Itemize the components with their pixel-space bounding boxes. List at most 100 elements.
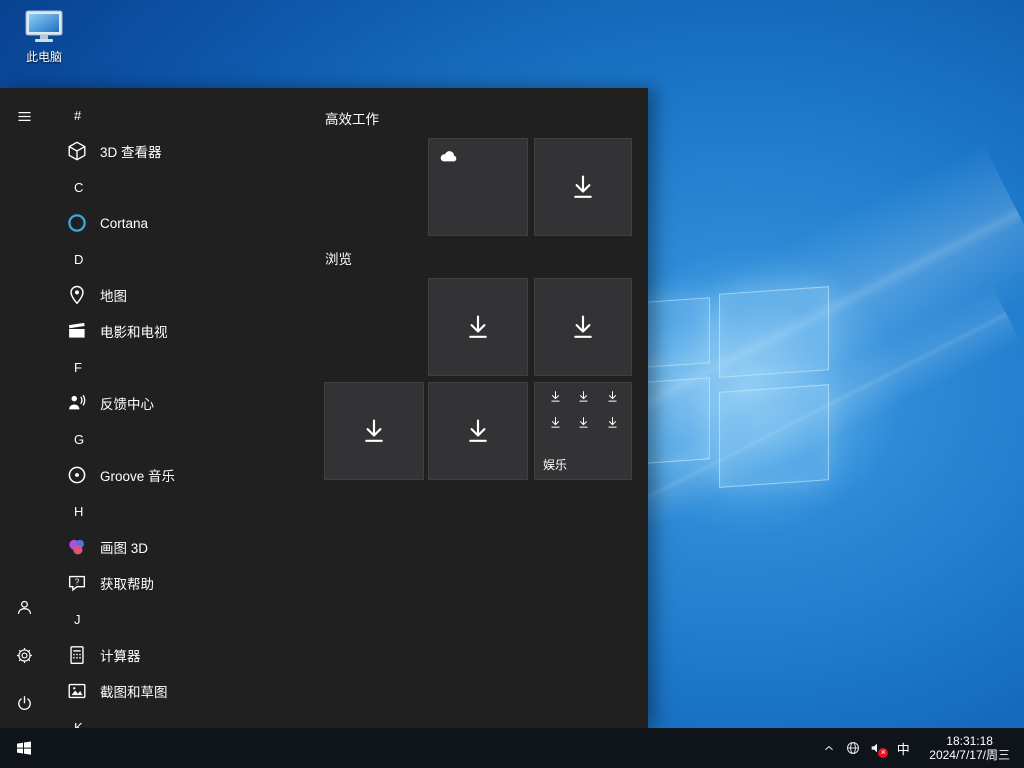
app-list-item-snip-sketch[interactable]: 截图和草图 [48, 673, 324, 709]
snip-sketch-icon [65, 679, 89, 703]
tile-onedrive[interactable] [428, 138, 528, 236]
user-account-icon [15, 598, 34, 617]
app-label: 反馈中心 [100, 393, 154, 413]
download-arrow-icon [576, 415, 591, 430]
mute-badge-icon [878, 748, 888, 758]
app-label: Groove 音乐 [100, 465, 175, 485]
desktop-icon-label: 此电脑 [26, 48, 62, 65]
app-list-letter-d[interactable]: D [48, 241, 324, 277]
app-label: 截图和草图 [100, 681, 168, 701]
app-label: 获取帮助 [100, 573, 154, 593]
app-list-letter-k[interactable]: K [48, 709, 324, 728]
app-list-item-feedback-hub[interactable]: 反馈中心 [48, 385, 324, 421]
system-tray: 中 18:31:18 2024/7/17/周三 [817, 728, 1024, 768]
letter-label: K [74, 720, 83, 729]
app-list-letter-j[interactable]: J [48, 601, 324, 637]
app-list-item-cortana[interactable]: Cortana [48, 205, 324, 241]
app-label: 计算器 [100, 645, 141, 665]
tile-area: 高效工作 浏览 [324, 88, 648, 728]
calculator-icon [65, 643, 89, 667]
app-list-item-get-help[interactable]: ? 获取帮助 [48, 565, 324, 601]
settings-button[interactable] [0, 631, 48, 679]
computer-monitor-icon [23, 8, 65, 46]
windows-logo-icon [16, 740, 32, 756]
desktop-icon-this-pc[interactable]: 此电脑 [12, 8, 76, 65]
download-arrow-icon [358, 415, 390, 447]
clock-time: 18:31:18 [929, 734, 1010, 748]
folder-tile-label: 娱乐 [543, 456, 567, 473]
app-list-item-groove-music[interactable]: Groove 音乐 [48, 457, 324, 493]
letter-label: J [74, 612, 81, 627]
maps-pin-icon [65, 283, 89, 307]
tile-group-title[interactable]: 浏览 [325, 248, 352, 268]
taskbar: 中 18:31:18 2024/7/17/周三 [0, 728, 1024, 768]
settings-gear-icon [15, 646, 34, 665]
feedback-hub-icon [65, 391, 89, 415]
letter-label: # [74, 108, 81, 123]
power-button[interactable] [0, 679, 48, 727]
app-list-item-maps[interactable]: 地图 [48, 277, 324, 313]
show-hidden-icons-button[interactable] [817, 728, 841, 768]
network-status-button[interactable] [841, 728, 865, 768]
app-list-letter-h[interactable]: H [48, 493, 324, 529]
tile-pending-download[interactable] [428, 278, 528, 376]
hamburger-menu-button[interactable] [0, 92, 48, 140]
download-arrow-icon [567, 311, 599, 343]
app-list-item-calculator[interactable]: 计算器 [48, 637, 324, 673]
folder-tile-app-grid [541, 389, 627, 430]
cloud-icon [438, 147, 460, 165]
start-button[interactable] [0, 728, 48, 768]
download-arrow-icon [462, 415, 494, 447]
app-label: 电影和电视 [100, 321, 168, 341]
tile-group-title[interactable]: 高效工作 [325, 108, 379, 128]
app-list-item-paint-3d[interactable]: 画图 3D [48, 529, 324, 565]
tile-pending-download[interactable] [324, 382, 424, 480]
chevron-up-icon [823, 742, 835, 754]
paint-3d-icon [65, 535, 89, 559]
tile-pending-download[interactable] [534, 138, 632, 236]
app-label: 画图 3D [100, 537, 148, 557]
start-menu: # 3D 查看器 C Cortana D 地图 电影和电视 F [0, 88, 648, 728]
download-arrow-icon [548, 415, 563, 430]
app-list-item-movies-tv[interactable]: 电影和电视 [48, 313, 324, 349]
app-label: 3D 查看器 [100, 141, 162, 161]
app-list-letter-c[interactable]: C [48, 169, 324, 205]
download-arrow-icon [576, 389, 591, 404]
clock-date: 2024/7/17/周三 [929, 748, 1010, 762]
letter-label: H [74, 504, 83, 519]
groove-music-icon [65, 463, 89, 487]
letter-label: F [74, 360, 82, 375]
rail-bottom [0, 583, 48, 727]
download-arrow-icon [548, 389, 563, 404]
download-arrow-icon [605, 389, 620, 404]
ime-indicator[interactable]: 中 [889, 728, 917, 768]
tile-pending-download[interactable] [534, 278, 632, 376]
app-list-item-3d-viewer[interactable]: 3D 查看器 [48, 133, 324, 169]
power-icon [15, 694, 34, 713]
start-menu-rail [0, 88, 48, 728]
app-list: # 3D 查看器 C Cortana D 地图 电影和电视 F [48, 88, 324, 728]
user-account-button[interactable] [0, 583, 48, 631]
svg-text:?: ? [75, 577, 80, 586]
download-arrow-icon [605, 415, 620, 430]
taskbar-clock[interactable]: 18:31:18 2024/7/17/周三 [917, 734, 1018, 762]
tile-folder-entertainment[interactable]: 娱乐 [534, 382, 632, 480]
cortana-ring-icon [65, 211, 89, 235]
windows-logo-pane [719, 384, 829, 488]
volume-button[interactable] [865, 728, 889, 768]
app-label: Cortana [100, 216, 148, 231]
windows-logo-pane [719, 286, 829, 378]
desktop: 此电脑 # [0, 0, 1024, 768]
app-label: 地图 [100, 285, 127, 305]
3d-viewer-cube-icon [65, 139, 89, 163]
app-list-letter-hash[interactable]: # [48, 97, 324, 133]
app-list-letter-g[interactable]: G [48, 421, 324, 457]
app-list-letter-f[interactable]: F [48, 349, 324, 385]
get-help-icon: ? [65, 571, 89, 595]
movies-tv-clapper-icon [65, 319, 89, 343]
letter-label: C [74, 180, 83, 195]
tile-pending-download[interactable] [428, 382, 528, 480]
hamburger-menu-icon [16, 108, 33, 125]
globe-network-icon [845, 740, 861, 756]
letter-label: D [74, 252, 83, 267]
